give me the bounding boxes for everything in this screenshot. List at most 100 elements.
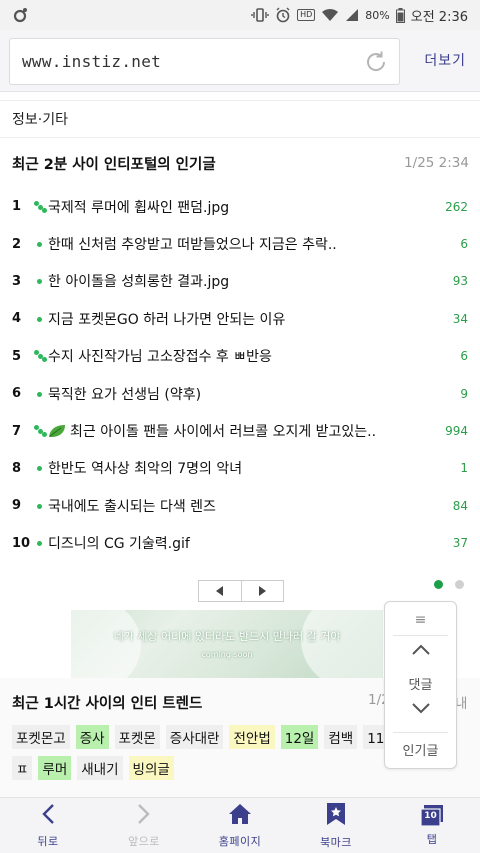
rank-number: 7 — [12, 423, 22, 439]
trend-tag[interactable]: 전안법 — [229, 725, 275, 749]
signal-icon — [345, 8, 359, 22]
list-item[interactable]: 5 수지 사진작가님 고소장접수 후 ㅃ반응 6 — [0, 338, 480, 375]
popular-list: 1 국제적 루머에 휩싸인 팬덤.jpg 262 2 한때 신처럼 추앙받고 떠받들었으… — [0, 188, 480, 562]
dot-icon — [34, 312, 48, 326]
ad-banner[interactable]: 네가 세상 어디에 있더라도 반드시 만나러 갈 거야 coming soon — [71, 610, 383, 678]
comment-count: 6 — [460, 349, 468, 364]
comment-count: 93 — [452, 274, 468, 289]
bookmark-icon — [326, 802, 346, 830]
trend-tag[interactable]: 루머 — [38, 756, 72, 780]
scroll-up-icon[interactable] — [385, 642, 456, 668]
post-title[interactable]: 디즈니의 CG 기술력.gif — [48, 533, 428, 553]
trend-tag[interactable]: 빙의글 — [128, 756, 174, 780]
next-page-button[interactable] — [242, 581, 284, 601]
post-title-text: 한 아이돌을 성희롱한 결과.jpg — [48, 274, 230, 291]
list-item[interactable]: 6 묵직한 요가 선생님 (약후) 9 — [0, 375, 480, 412]
trend-tag[interactable]: 12일 — [280, 725, 319, 749]
trend-title: 최근 1시간 사이의 인티 트렌드 — [12, 696, 203, 712]
bookmark-button[interactable]: 북마크 — [288, 798, 384, 853]
back-icon — [41, 803, 55, 829]
dot — [42, 207, 47, 213]
comment-count: 34 — [452, 311, 468, 326]
url-text[interactable]: www.instiz.net — [22, 52, 161, 71]
home-button[interactable]: 홈페이지 — [192, 798, 288, 853]
trend-tags: 포켓몬고 증사 포켓몬 증사대란 전안법 12일 컴백 11일 ㅍ 루머 새내기 빙의글 — [12, 725, 401, 787]
post-title-text: 한반도 역사상 최악의 7명의 악녀 — [48, 461, 243, 478]
list-item[interactable]: 9 국내에도 출시되는 다색 렌즈 84 — [0, 487, 480, 524]
trend-tag[interactable]: 새내기 — [77, 756, 123, 780]
alarm-icon — [275, 7, 291, 23]
dot — [37, 279, 42, 285]
tabs-label: 탭 — [426, 832, 438, 846]
list-item[interactable]: 1 국제적 루머에 휩싸인 팬덤.jpg 262 — [0, 188, 480, 225]
bottom-navigation: 뒤로 앞으로 홈페이지 북마크 10 탭 — [0, 797, 480, 853]
dot-icon — [34, 237, 48, 251]
dot-icon — [34, 536, 48, 550]
post-title[interactable]: 최근 아이돌 팬들 사이에서 러브콜 오지게 받고있는.. — [48, 421, 428, 441]
comment-count: 1 — [460, 461, 468, 476]
list-item[interactable]: 10 디즈니의 CG 기술력.gif 37 — [0, 525, 480, 562]
status-left — [12, 7, 28, 23]
post-title-text: 한때 신처럼 추앙받고 떠받들었으나 지금은 추락.. — [48, 237, 337, 254]
dot — [42, 432, 47, 438]
scroll-down-icon[interactable] — [385, 702, 456, 728]
rank-number: 5 — [12, 348, 22, 364]
status-right: HD 80% 오전 2:36 — [251, 6, 468, 25]
banner-decoration — [301, 610, 383, 678]
trend-tag[interactable]: 포켓몬고 — [12, 725, 70, 749]
hd-icon: HD — [297, 9, 316, 21]
rank-number: 8 — [12, 460, 22, 476]
dot — [37, 316, 42, 322]
post-title-text: 지금 포켓몬GO 하러 나가면 안되는 이유 — [48, 311, 286, 328]
post-title-text: 디즈니의 CG 기술력.gif — [48, 536, 190, 553]
section-label: 정보·기타 — [0, 100, 480, 138]
menu-icon[interactable]: ≡ — [385, 612, 456, 628]
list-item[interactable]: 2 한때 신처럼 추앙받고 떠받들었으나 지금은 추락.. 6 — [0, 225, 480, 262]
post-title[interactable]: 한 아이돌을 성희롱한 결과.jpg — [48, 271, 428, 291]
rank-number: 6 — [12, 386, 22, 402]
popular-timestamp: 1/25 2:34 — [404, 155, 469, 171]
back-label: 뒤로 — [37, 834, 59, 848]
more-button[interactable]: 더보기 — [424, 50, 466, 70]
post-title[interactable]: 국제적 루머에 휩싸인 팬덤.jpg — [48, 197, 428, 217]
wifi-icon — [321, 8, 339, 22]
dot-icon — [34, 387, 48, 401]
trend-tag[interactable]: 컴백 — [324, 725, 358, 749]
comments-label[interactable]: 댓글 — [385, 674, 456, 693]
popular-posts-button[interactable]: 인기글 — [385, 740, 456, 759]
forward-button[interactable]: 앞으로 — [96, 798, 192, 853]
post-title[interactable]: 한반도 역사상 최악의 7명의 악녀 — [48, 458, 428, 478]
page-dot[interactable] — [455, 579, 464, 589]
leaf-icon — [48, 424, 66, 438]
list-item[interactable]: 4 지금 포켓몬GO 하러 나가면 안되는 이유 34 — [0, 300, 480, 337]
dot-icon — [34, 274, 48, 288]
page-dot-active[interactable] — [434, 579, 443, 589]
dot — [37, 503, 42, 509]
trend-tag[interactable]: 증사대란 — [165, 725, 224, 749]
back-button[interactable]: 뒤로 — [0, 798, 96, 853]
trend-tag[interactable]: 증사 — [75, 725, 109, 749]
post-title-text: 국제적 루머에 휩싸인 팬덤.jpg — [48, 199, 230, 216]
post-title[interactable]: 지금 포켓몬GO 하러 나가면 안되는 이유 — [48, 309, 428, 329]
trend-tag[interactable]: ㅍ — [12, 756, 33, 780]
popular-header: 최근 2분 사이 인티포털의 인기글 1/25 2:34 — [0, 138, 480, 188]
post-title[interactable]: 수지 사진작가님 고소장접수 후 ㅃ반응 — [48, 346, 428, 366]
forward-label: 앞으로 — [128, 834, 160, 848]
comment-count: 9 — [460, 386, 468, 401]
list-item[interactable]: 7 최근 아이돌 팬들 사이에서 러브콜 오지게 받고있는.. 994 — [0, 412, 480, 449]
reload-icon[interactable] — [363, 49, 389, 75]
prev-page-button[interactable] — [199, 580, 242, 601]
tabs-button[interactable]: 10 탭 — [384, 798, 480, 853]
dot — [42, 357, 47, 363]
clock: 오전 2:36 — [410, 9, 468, 25]
rank-number: 3 — [12, 273, 22, 289]
post-title[interactable]: 한때 신처럼 추앙받고 떠받들었으나 지금은 추락.. — [48, 234, 428, 254]
post-title[interactable]: 묵직한 요가 선생님 (약후) — [48, 384, 428, 404]
dot — [37, 541, 42, 547]
multi-dot-icon — [34, 349, 48, 363]
url-bar[interactable]: www.instiz.net — [9, 38, 400, 85]
post-title[interactable]: 국내에도 출시되는 다색 렌즈 — [48, 496, 428, 516]
list-item[interactable]: 3 한 아이돌을 성희롱한 결과.jpg 93 — [0, 263, 480, 300]
list-item[interactable]: 8 한반도 역사상 최악의 7명의 악녀 1 — [0, 450, 480, 487]
trend-tag[interactable]: 포켓몬 — [114, 725, 160, 749]
